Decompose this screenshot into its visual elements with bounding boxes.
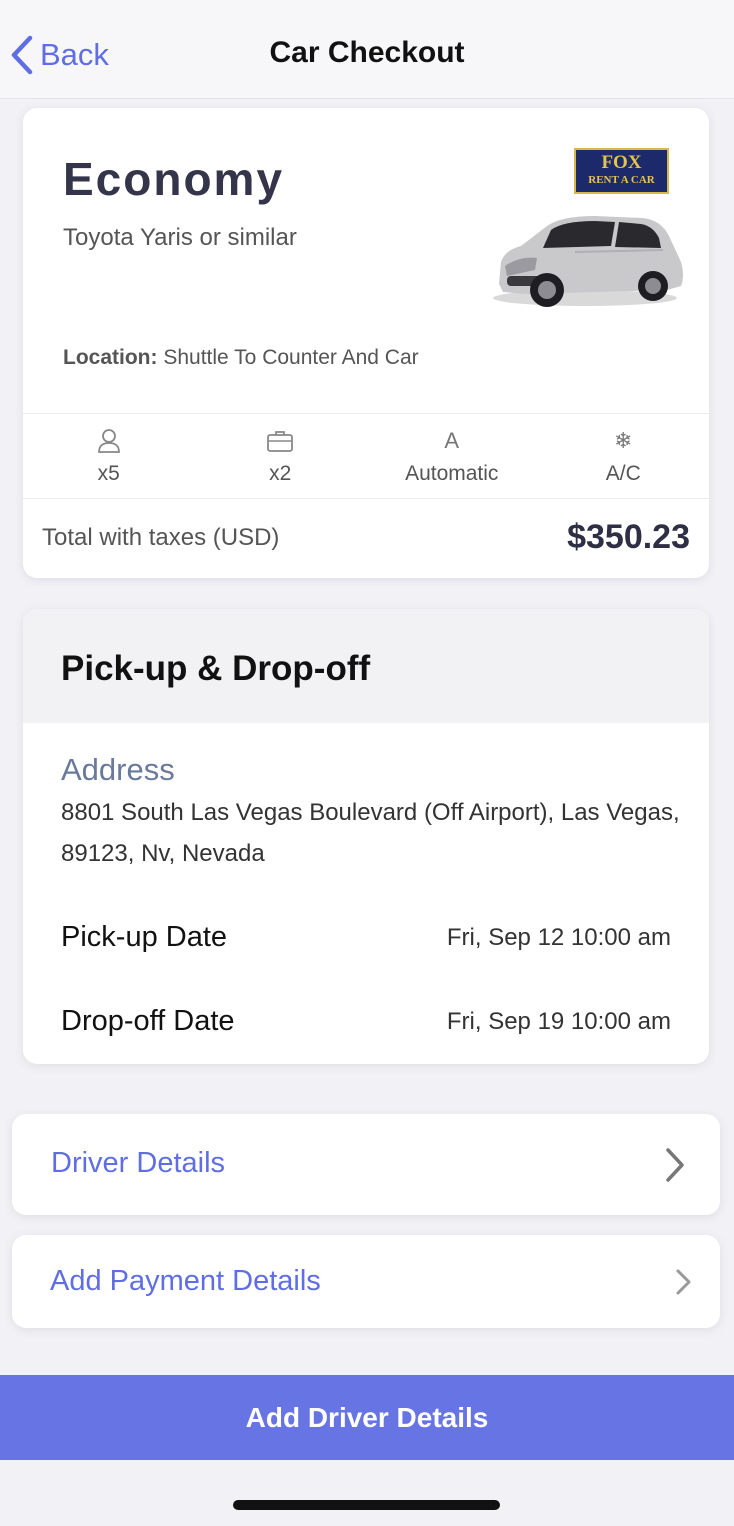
feature-label: Automatic <box>405 462 499 485</box>
payment-details-button[interactable]: Add Payment Details <box>12 1235 720 1328</box>
home-indicator[interactable] <box>233 1500 500 1510</box>
feature-label: x5 <box>97 462 120 485</box>
payment-details-label: Add Payment Details <box>50 1265 321 1297</box>
home-indicator-area <box>0 1460 734 1526</box>
dropoff-date-row: Drop-off Date Fri, Sep 19 10:00 am <box>61 1005 671 1045</box>
luggage-icon <box>267 431 294 452</box>
snowflake-icon: ❄ <box>614 428 633 453</box>
car-class: Economy <box>63 153 285 205</box>
feature-passengers: x5 <box>23 414 195 498</box>
chevron-right-icon <box>676 1269 691 1295</box>
location-value: Shuttle To Counter And Car <box>163 346 419 369</box>
vendor-logo-subtext: RENT A CAR <box>588 174 655 186</box>
pickup-location: Location: Shuttle To Counter And Car <box>63 346 419 370</box>
car-features: x5 x2 A Automatic ❄ A/C <box>23 413 709 499</box>
total-row: Total with taxes (USD) $350.23 <box>23 498 709 578</box>
pickup-date-value: Fri, Sep 12 10:00 am <box>446 924 671 951</box>
pickup-date-label: Pick-up Date <box>61 921 228 953</box>
feature-label: A/C <box>605 462 641 485</box>
car-model: Toyota Yaris or similar <box>63 224 297 251</box>
car-summary-card: Economy Toyota Yaris or similar FOX RENT… <box>23 108 709 578</box>
driver-details-label: Driver Details <box>51 1147 226 1179</box>
feature-ac: ❄ A/C <box>538 414 710 498</box>
vendor-logo: FOX RENT A CAR <box>574 148 669 194</box>
section-title: Pick-up & Drop-off <box>61 649 371 688</box>
transmission-icon: A <box>444 428 460 453</box>
total-price: $350.23 <box>567 518 690 556</box>
pickup-dropoff-card: Pick-up & Drop-off Address 8801 South La… <box>23 609 709 1064</box>
address-value: 8801 South Las Vegas Boulevard (Off Airp… <box>61 799 680 867</box>
person-icon <box>97 429 120 453</box>
dropoff-date-label: Drop-off Date <box>61 1005 235 1037</box>
page-title: Car Checkout <box>269 36 465 69</box>
location-label: Location: <box>63 346 158 369</box>
vendor-logo-text: FOX <box>601 152 642 173</box>
navigation-bar: Back Car Checkout <box>0 0 734 99</box>
driver-details-button[interactable]: Driver Details <box>12 1114 720 1215</box>
car-image <box>493 216 683 307</box>
add-driver-details-button[interactable]: Add Driver Details <box>0 1375 734 1460</box>
dropoff-date-value: Fri, Sep 19 10:00 am <box>446 1008 671 1035</box>
feature-transmission: A Automatic <box>366 414 538 498</box>
address-label: Address <box>61 752 175 787</box>
pickup-header: Pick-up & Drop-off <box>23 609 709 723</box>
feature-label: x2 <box>269 462 292 485</box>
pickup-date-row: Pick-up Date Fri, Sep 12 10:00 am <box>61 921 671 961</box>
total-label: Total with taxes (USD) <box>42 524 280 551</box>
feature-luggage: x2 <box>195 414 367 498</box>
chevron-right-icon <box>666 1148 684 1182</box>
